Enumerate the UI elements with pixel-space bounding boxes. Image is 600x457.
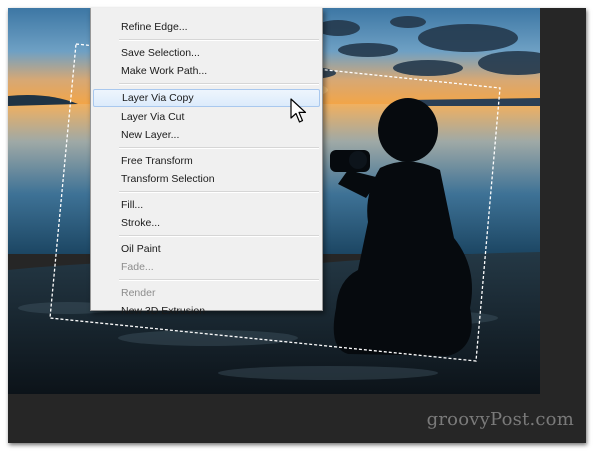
menu-group: Render New 3D Extrusion xyxy=(91,283,322,321)
menu-item-label: Fade... xyxy=(121,261,154,273)
menu-item-stroke[interactable]: Stroke... xyxy=(93,214,320,232)
menu-group: Feather... Refine Edge... xyxy=(91,8,322,37)
menu-item-label: Fill... xyxy=(121,199,144,211)
menu-separator xyxy=(119,39,319,41)
menu-item-transform-selection[interactable]: Transform Selection xyxy=(93,170,320,188)
menu-separator xyxy=(119,147,319,149)
menu-item-new-layer[interactable]: New Layer... xyxy=(93,126,320,144)
menu-group: Oil Paint Fade... xyxy=(91,239,322,277)
menu-item-new-3d-extrusion[interactable]: New 3D Extrusion xyxy=(93,302,320,320)
menu-item-label: New Layer... xyxy=(121,129,180,141)
watermark-logo: groovyPost.com xyxy=(426,409,574,430)
menu-item-refine-edge[interactable]: Refine Edge... xyxy=(93,18,320,36)
menu-item-label: Save Selection... xyxy=(121,47,200,59)
arrow-pointer-icon xyxy=(290,98,307,123)
menu-item-fade: Fade... xyxy=(93,258,320,276)
menu-item-label: Layer Via Copy xyxy=(122,92,194,104)
menu-item-label: Free Transform xyxy=(121,155,193,167)
document-window: groovyPost.com Feather... Refine Edge... S… xyxy=(8,8,586,443)
menu-item-label: Stroke... xyxy=(121,217,161,229)
menu-separator xyxy=(119,191,319,193)
menu-group: Layer Via Copy Layer Via Cut New Layer... xyxy=(91,87,322,145)
menu-item-label: Refine Edge... xyxy=(121,21,188,33)
menu-group: Save Selection... Make Work Path... xyxy=(91,43,322,81)
menu-item-label: Layer Via Cut xyxy=(121,111,185,123)
menu-item-render: Render xyxy=(93,284,320,302)
menu-separator xyxy=(119,83,319,85)
menu-item-label: Render xyxy=(121,287,156,299)
menu-item-layer-via-copy[interactable]: Layer Via Copy xyxy=(93,89,320,107)
menu-separator xyxy=(119,279,319,281)
menu-item-make-work-path[interactable]: Make Work Path... xyxy=(93,62,320,80)
menu-item-oil-paint[interactable]: Oil Paint xyxy=(93,240,320,258)
menu-group: Free Transform Transform Selection xyxy=(91,151,322,189)
menu-group: Fill... Stroke... xyxy=(91,195,322,233)
selection-context-menu: Feather... Refine Edge... Save Selection..… xyxy=(90,8,323,317)
menu-separator xyxy=(119,235,319,237)
menu-item-feather[interactable]: Feather... xyxy=(93,9,320,18)
menu-item-label: Make Work Path... xyxy=(121,65,208,77)
menu-item-label: Oil Paint xyxy=(121,243,161,255)
menu-item-save-selection[interactable]: Save Selection... xyxy=(93,44,320,62)
menu-item-free-transform[interactable]: Free Transform xyxy=(93,152,320,170)
menu-item-layer-via-cut[interactable]: Layer Via Cut xyxy=(93,108,320,126)
menu-item-label: Feather... xyxy=(121,9,165,12)
menu-item-label: New 3D Extrusion xyxy=(121,305,206,317)
menu-item-fill[interactable]: Fill... xyxy=(93,196,320,214)
menu-item-label: Transform Selection xyxy=(121,173,215,185)
